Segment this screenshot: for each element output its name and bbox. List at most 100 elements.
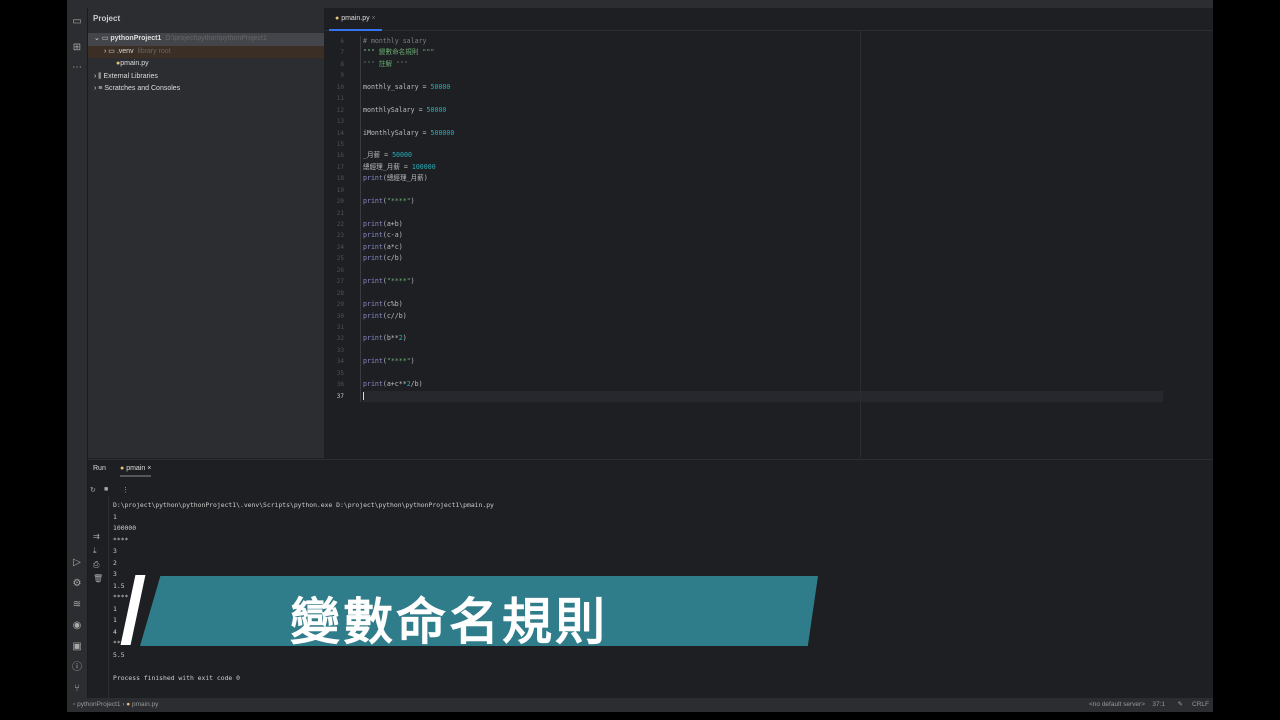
line-number: 10 <box>336 83 344 91</box>
console-line: D:\project\python\pythonProject1\.venv\S… <box>113 501 494 509</box>
line-number: 19 <box>336 186 344 194</box>
scroll-to-end-icon[interactable]: ⤓ <box>93 546 97 556</box>
console-line: Process finished with exit code 0 <box>113 673 240 682</box>
code-line[interactable]: print(a*c) <box>363 242 1163 253</box>
rerun-icon[interactable]: ↻ <box>90 486 96 494</box>
project-panel: Project ⌄ ▭ pythonProject1 D:\project\pyt… <box>88 8 324 458</box>
tree-item-scratches[interactable]: › ≡ Scratches and Consoles <box>88 83 324 96</box>
code-line[interactable]: """ 變數命名規則 """ <box>363 47 1163 58</box>
run-tab-pmain[interactable]: ● pmain × <box>120 465 152 477</box>
console-line: **** <box>113 535 129 544</box>
line-number: 8 <box>340 60 344 68</box>
interpreter-status[interactable]: <no default server> <box>1089 698 1145 712</box>
line-number: 25 <box>336 255 344 263</box>
line-number: 33 <box>336 346 344 354</box>
code-line[interactable]: print(c-a) <box>363 230 1163 241</box>
line-number: 15 <box>336 140 344 148</box>
console-line: 2 <box>113 558 117 567</box>
services-icon[interactable]: ◉ <box>67 616 87 636</box>
project-tree: ⌄ ▭ pythonProject1 D:\project\python\pyth… <box>88 33 324 96</box>
code-line[interactable]: print("****") <box>363 356 1163 367</box>
line-number: 13 <box>336 118 344 126</box>
readonly-icon[interactable]: ✎ <box>1178 698 1183 712</box>
print-icon[interactable]: ⎙ <box>93 560 99 570</box>
code-line[interactable] <box>363 185 1163 196</box>
code-line[interactable] <box>363 390 1163 402</box>
soft-wrap-icon[interactable]: ⇉ <box>93 532 100 541</box>
code-editor[interactable]: ● pmain.py × 6 7 8 9 10 11 12 13 14 15 16 17 18 19 20 2… <box>324 8 1213 458</box>
tree-item-project[interactable]: ⌄ ▭ pythonProject1 D:\project\python\pyth… <box>88 33 324 46</box>
code-line[interactable] <box>363 345 1163 356</box>
code-line[interactable]: _月薪 = 50000 <box>363 150 1163 161</box>
code-line[interactable] <box>363 70 1163 81</box>
problems-icon[interactable]: ⓘ <box>67 658 87 678</box>
line-number: 28 <box>336 289 344 297</box>
line-number: 23 <box>336 232 344 240</box>
code-line[interactable] <box>363 208 1163 219</box>
more-icon[interactable]: ⋯ <box>67 58 87 78</box>
line-number: 24 <box>336 243 344 251</box>
tree-item-external-libraries[interactable]: › ⫼ External Libraries <box>88 71 324 84</box>
breadcrumb[interactable]: ▫ pythonProject1 › ● pmain.py <box>73 698 158 712</box>
code-line[interactable]: monthlySalary = 50000 <box>363 105 1163 116</box>
tree-item-venv[interactable]: › ▭ .venv library root <box>88 45 324 58</box>
banner-text: 變數命名規則 <box>290 594 608 650</box>
line-number: 9 <box>340 72 344 80</box>
status-bar: ▫ pythonProject1 › ● pmain.py <no defaul… <box>67 698 1213 712</box>
code-line[interactable] <box>363 265 1163 276</box>
git-icon[interactable]: ⑂ <box>67 679 87 699</box>
right-margin-guide <box>860 30 861 458</box>
code-line[interactable]: print("****") <box>363 276 1163 287</box>
code-line[interactable]: monthly_salary = 50000 <box>363 82 1163 93</box>
cursor-position[interactable]: 37:1 <box>1152 698 1165 712</box>
line-ending[interactable]: CRLF <box>1192 698 1209 712</box>
code-line[interactable] <box>363 93 1163 104</box>
code-line[interactable]: print(b**2) <box>363 333 1163 344</box>
line-number: 26 <box>336 266 344 274</box>
stop-icon[interactable]: ■ <box>104 486 108 493</box>
editor-tabs: ● pmain.py × <box>324 8 1213 31</box>
close-icon[interactable]: × <box>372 15 376 22</box>
run-icon[interactable]: ▷ <box>67 553 87 573</box>
code-line[interactable]: print(c%b) <box>363 299 1163 310</box>
line-number: 11 <box>336 95 344 103</box>
code-line[interactable]: print(a+b) <box>363 219 1163 230</box>
project-panel-title[interactable]: Project <box>93 14 120 23</box>
line-number: 18 <box>336 175 344 183</box>
tree-item-pmain[interactable]: ●pmain.py <box>88 58 324 71</box>
code-line[interactable] <box>363 288 1163 299</box>
code-line[interactable]: # monthly salary <box>363 36 1163 47</box>
tab-pmain[interactable]: ● pmain.py × <box>329 8 382 31</box>
code-line[interactable]: iMonthlySalary = 500000 <box>363 128 1163 139</box>
line-number: 20 <box>336 198 344 206</box>
code-line[interactable] <box>363 139 1163 150</box>
code-line[interactable] <box>363 322 1163 333</box>
line-number: 17 <box>336 163 344 171</box>
structure-icon[interactable]: ⊞ <box>67 38 87 58</box>
python-packages-icon[interactable]: ⚙ <box>67 574 87 594</box>
code-line[interactable] <box>363 116 1163 127</box>
code-line[interactable]: print("****") <box>363 196 1163 207</box>
terminal-icon[interactable]: ▣ <box>67 637 87 657</box>
line-number: 7 <box>340 49 344 57</box>
line-number: 37 <box>336 392 344 400</box>
line-number: 12 <box>336 106 344 114</box>
line-number: 31 <box>336 323 344 331</box>
line-number: 16 <box>336 152 344 160</box>
code-line[interactable]: 總經理_月薪 = 100000 <box>363 162 1163 173</box>
code-line[interactable]: print(c//b) <box>363 311 1163 322</box>
code-line[interactable]: print(a+c**2/b) <box>363 379 1163 390</box>
line-number: 22 <box>336 221 344 228</box>
line-number: 29 <box>336 301 344 309</box>
console-line: 3 <box>113 547 117 555</box>
code-line[interactable]: ''' 註解 ''' <box>363 59 1163 70</box>
layers-icon[interactable]: ≋ <box>67 595 87 615</box>
code-line[interactable]: print(總經理_月薪) <box>363 173 1163 184</box>
code-line[interactable] <box>363 368 1163 379</box>
more-options-icon[interactable]: ⋮ <box>122 486 129 494</box>
trash-icon[interactable]: 🗑 <box>93 574 103 583</box>
folder-icon[interactable]: ▭ <box>67 12 87 32</box>
code-area[interactable]: # monthly salary """ 變數命名規則 """ ''' 註解 '''… <box>360 36 1163 402</box>
line-number: 34 <box>336 358 344 366</box>
code-line[interactable]: print(c/b) <box>363 253 1163 264</box>
